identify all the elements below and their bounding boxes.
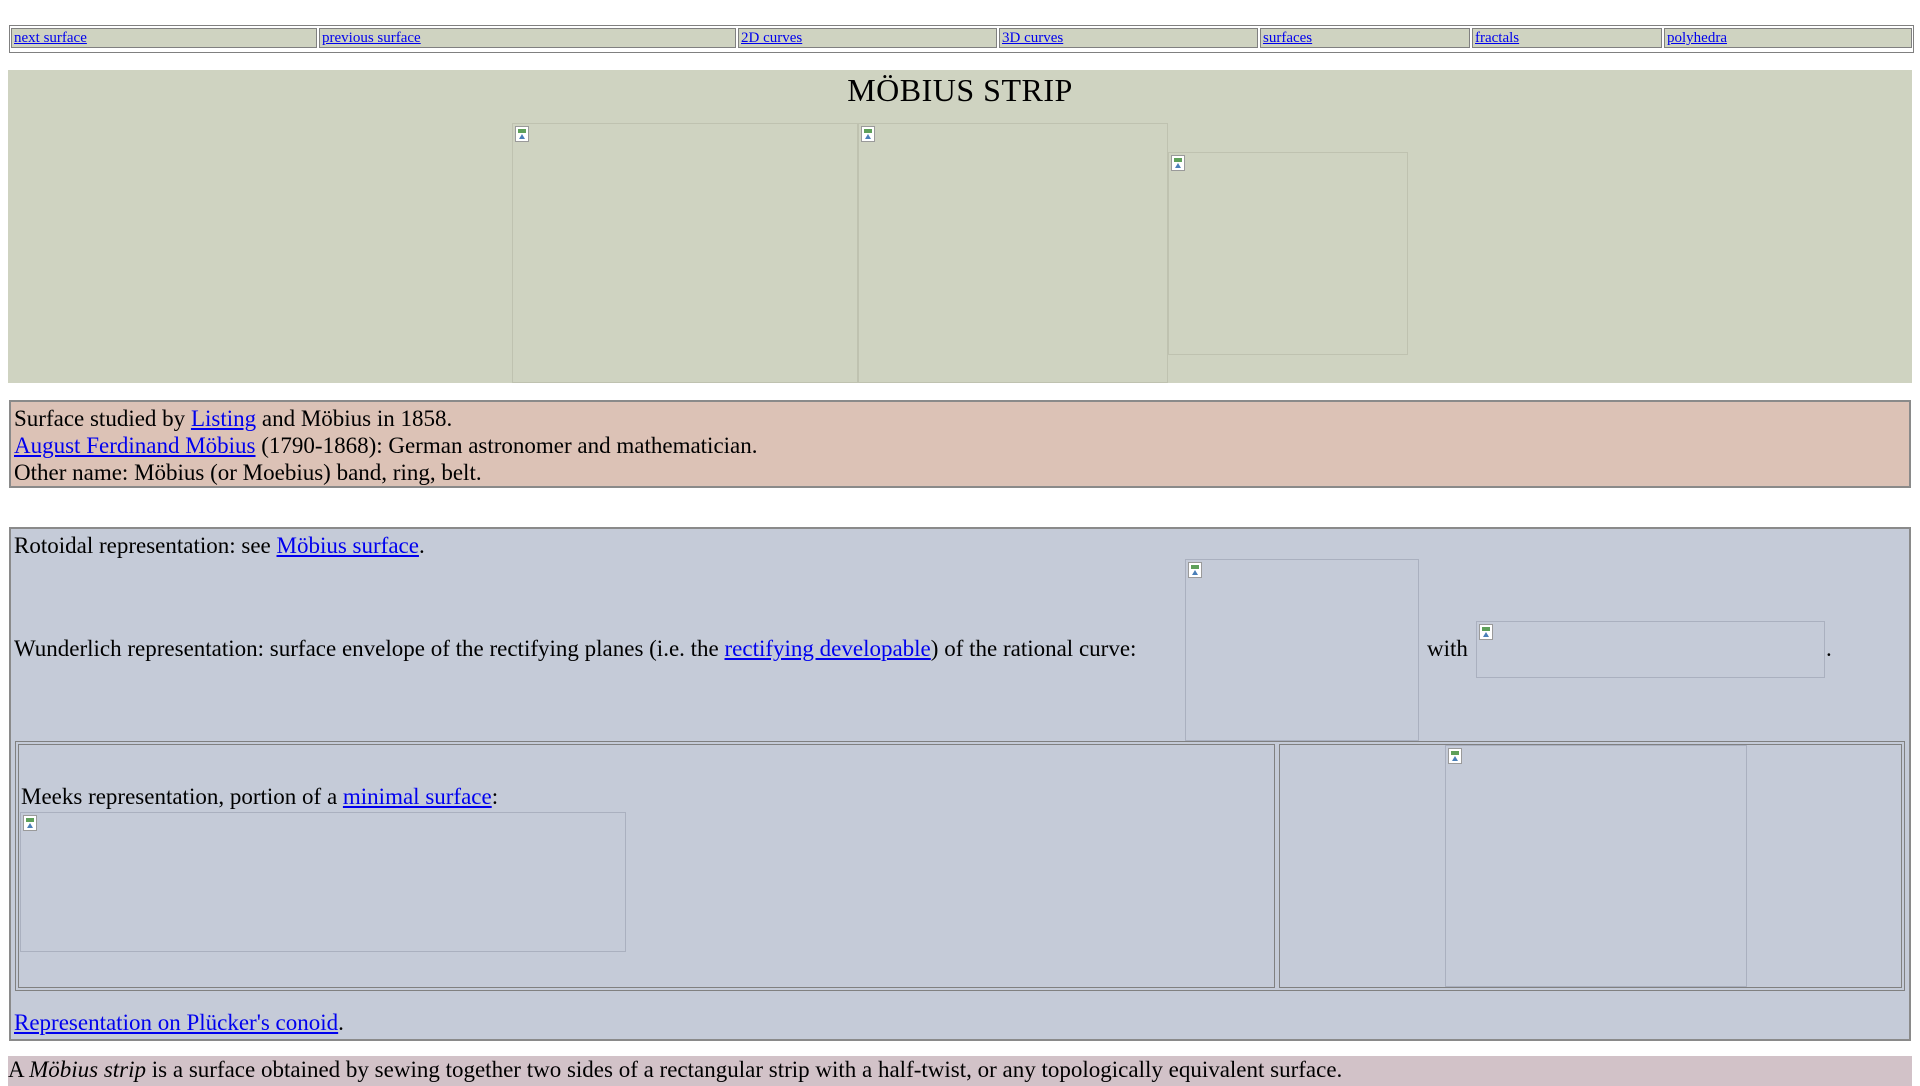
with-text: with: [1427, 636, 1468, 661]
nav-cell-3d-curves: 3D curves: [999, 28, 1258, 48]
definition-text: is a surface obtained by sewing together…: [146, 1057, 1343, 1082]
broken-image-icon: [1479, 624, 1493, 640]
nav-cell-previous: previous surface: [319, 28, 736, 48]
mobius-surface-link[interactable]: Möbius surface: [277, 533, 419, 558]
meeks-table: Meeks representation, portion of a minim…: [15, 741, 1905, 991]
minimal-surface-link[interactable]: minimal surface: [343, 784, 492, 809]
broken-image-icon: [1448, 748, 1462, 764]
mobius-strip-image-3: [1168, 152, 1408, 355]
top-navigation-table: next surface previous surface 2D curves …: [9, 25, 1914, 53]
mobius-bio-text: (1790-1868): German astronomer and mathe…: [255, 433, 758, 458]
definition-band: A Möbius strip is a surface obtained by …: [8, 1056, 1912, 1086]
studied-by-text: Surface studied by: [14, 406, 191, 431]
meeks-line: Meeks representation, portion of a minim…: [21, 783, 498, 810]
surfaces-link[interactable]: surfaces: [1263, 30, 1312, 46]
nav-cell-fractals: fractals: [1472, 28, 1662, 48]
wunderlich-text: Wunderlich representation: surface envel…: [14, 636, 725, 661]
meeks-cell: Meeks representation, portion of a minim…: [18, 744, 1275, 988]
title-band: MÖBIUS STRIP: [8, 70, 1912, 383]
mobius-biography-link[interactable]: August Ferdinand Möbius: [14, 433, 256, 458]
next-surface-link[interactable]: next surface: [14, 30, 87, 46]
wunderlich-period: .: [1826, 636, 1832, 661]
polyhedra-link[interactable]: polyhedra: [1667, 30, 1727, 46]
previous-surface-link[interactable]: previous surface: [322, 30, 421, 46]
other-name-line: Other name: Möbius (or Moebius) band, ri…: [14, 460, 482, 485]
wunderlich-line: Wunderlich representation: surface envel…: [14, 635, 1136, 662]
nav-cell-2d-curves: 2D curves: [738, 28, 997, 48]
nav-cell-next: next surface: [11, 28, 317, 48]
definition-prefix: A: [8, 1057, 30, 1082]
rectifying-developable-link[interactable]: rectifying developable: [725, 636, 931, 661]
mobius-strip-image-1: [512, 123, 858, 383]
mobius-bio-line: August Ferdinand Möbius (1790-1868): Ger…: [14, 432, 758, 459]
page-title: MÖBIUS STRIP: [847, 72, 1073, 108]
mobius-strip-image-2: [858, 123, 1168, 383]
nav-cell-surfaces: surfaces: [1260, 28, 1470, 48]
fractals-link[interactable]: fractals: [1475, 30, 1519, 46]
broken-image-icon: [1171, 155, 1185, 171]
plucker-line: Representation on Plücker's conoid.: [14, 1009, 344, 1036]
listing-link[interactable]: Listing: [191, 406, 256, 431]
plucker-period: .: [338, 1010, 344, 1035]
rotoidal-line: Rotoidal representation: see Möbius surf…: [14, 532, 425, 559]
meeks-colon: :: [491, 784, 499, 809]
2d-curves-link[interactable]: 2D curves: [741, 30, 802, 46]
rotoidal-text: Rotoidal representation: see: [14, 533, 277, 558]
broken-image-icon: [861, 126, 875, 142]
meeks-surface-image: [1445, 745, 1747, 987]
rotoidal-period: .: [418, 533, 425, 558]
studied-by-year-text: and Möbius in 1858.: [256, 406, 453, 431]
broken-image-icon: [1188, 562, 1202, 578]
wunderlich-equation-image: [1185, 559, 1419, 741]
plucker-conoid-link[interactable]: Representation on Plücker's conoid: [14, 1010, 338, 1035]
wunderlich-parameter-image: [1476, 621, 1825, 678]
broken-image-icon: [515, 126, 529, 142]
wunderlich-curve-text: ) of the rational curve:: [930, 636, 1137, 661]
meeks-equation-image: [20, 812, 626, 952]
3d-curves-link[interactable]: 3D curves: [1002, 30, 1063, 46]
nav-cell-polyhedra: polyhedra: [1664, 28, 1912, 48]
history-info-box: Surface studied by Listing and Möbius in…: [9, 400, 1911, 488]
broken-image-icon: [23, 815, 37, 831]
definition-term: Möbius strip: [29, 1057, 147, 1082]
studied-by-line: Surface studied by Listing and Möbius in…: [14, 405, 452, 432]
representations-box: Rotoidal representation: see Möbius surf…: [9, 527, 1911, 1041]
meeks-picture-cell: [1279, 744, 1902, 988]
meeks-text: Meeks representation, portion of a: [21, 784, 343, 809]
